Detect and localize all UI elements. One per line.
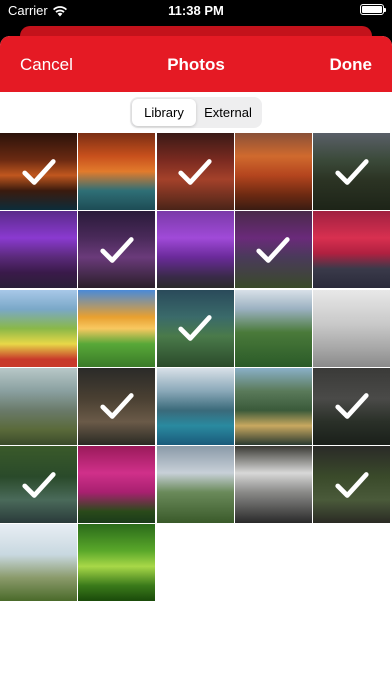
photo-thumbnail[interactable] — [78, 524, 156, 602]
segment-external[interactable]: External — [196, 99, 260, 126]
photo-thumbnail[interactable] — [156, 367, 234, 445]
cancel-button[interactable]: Cancel — [20, 55, 73, 75]
photo-thumbnail[interactable] — [0, 524, 77, 602]
checkmark-icon — [334, 158, 369, 185]
photo-thumbnail[interactable] — [234, 211, 312, 289]
status-right — [360, 4, 386, 15]
photo-thumbnail[interactable] — [0, 446, 77, 523]
checkmark-icon — [178, 158, 212, 185]
photo-thumbnail[interactable] — [78, 367, 156, 445]
checkmark-icon — [100, 393, 134, 420]
photo-thumbnail[interactable] — [156, 133, 234, 210]
nav-bar: Cancel Photos Done — [0, 36, 392, 92]
photo-thumbnail[interactable] — [156, 289, 234, 367]
source-segmented-control: Library External — [130, 97, 262, 128]
checkmark-icon — [334, 471, 369, 498]
photo-thumbnail[interactable] — [313, 446, 390, 523]
photo-thumbnail[interactable] — [0, 133, 77, 210]
photo-thumbnail[interactable] — [78, 133, 156, 210]
photo-thumbnail[interactable] — [313, 211, 390, 289]
photo-thumbnail[interactable] — [234, 289, 312, 367]
done-button[interactable]: Done — [330, 55, 373, 75]
photo-thumbnail[interactable] — [78, 211, 156, 289]
battery-icon — [360, 4, 386, 15]
photo-thumbnail[interactable] — [234, 446, 312, 523]
checkmark-icon — [256, 236, 290, 263]
battery-level — [362, 6, 382, 13]
photo-thumbnail[interactable] — [156, 446, 234, 523]
photo-thumbnail[interactable] — [234, 133, 312, 210]
photos-sheet: Cancel Photos Done Library External — [0, 36, 392, 696]
checkmark-icon — [21, 471, 56, 498]
photo-thumbnail[interactable] — [0, 367, 77, 445]
photo-thumbnail[interactable] — [78, 289, 156, 367]
checkmark-icon — [21, 158, 56, 185]
status-time: 11:38 PM — [168, 3, 224, 18]
photo-thumbnail[interactable] — [0, 211, 77, 289]
photo-thumbnail[interactable] — [234, 367, 312, 445]
photo-thumbnail[interactable] — [78, 446, 156, 523]
photo-thumbnail[interactable] — [313, 289, 390, 367]
checkmark-icon — [100, 236, 134, 263]
source-segment-bar: Library External — [0, 92, 392, 133]
photo-thumbnail[interactable] — [313, 133, 390, 210]
checkmark-icon — [178, 315, 212, 341]
status-bar: Carrier 11:38 PM — [0, 0, 392, 22]
photo-thumbnail[interactable] — [156, 211, 234, 289]
segment-library[interactable]: Library — [132, 99, 196, 126]
photo-grid — [0, 133, 392, 602]
checkmark-icon — [334, 393, 369, 420]
photo-thumbnail[interactable] — [313, 367, 390, 445]
photo-thumbnail[interactable] — [0, 289, 77, 367]
